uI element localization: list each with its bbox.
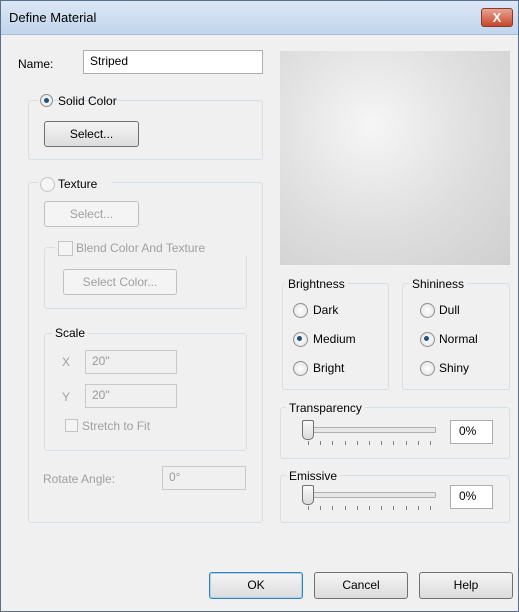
slider-tick — [393, 506, 395, 510]
window-title: Define Material — [9, 10, 97, 25]
slider-tick — [308, 506, 309, 510]
transparency-label: Transparency — [286, 401, 365, 415]
shininess-dull-radio[interactable] — [420, 303, 435, 318]
stretch-to-fit-label: Stretch to Fit — [82, 419, 151, 433]
solid-color-radio[interactable] — [40, 94, 53, 107]
define-material-dialog: Define Material X Name: Striped Solid Co… — [0, 0, 519, 612]
brightness-dark-radio[interactable] — [293, 303, 308, 318]
title-bar: Define Material X — [1, 1, 518, 35]
name-input[interactable]: Striped — [83, 50, 263, 74]
brightness-label: Brightness — [285, 277, 348, 291]
scale-x-label: X — [62, 355, 71, 369]
scale-y-label: Y — [62, 390, 71, 404]
select-color-button[interactable]: Select Color... — [63, 269, 177, 295]
shininess-label: Shininess — [409, 277, 468, 291]
slider-tick — [381, 441, 383, 445]
brightness-dark-label: Dark — [313, 303, 339, 317]
brightness-medium-option[interactable]: Medium — [293, 331, 383, 347]
slider-tick — [369, 506, 370, 510]
solid-color-label: Solid Color — [58, 94, 117, 108]
shininess-normal-radio[interactable] — [420, 332, 435, 347]
solid-color-option[interactable]: Solid Color — [38, 93, 117, 109]
slider-tick — [356, 441, 358, 445]
slider-tick — [320, 506, 322, 510]
brightness-bright-option[interactable]: Bright — [293, 360, 383, 376]
shininess-dull-option[interactable]: Dull — [420, 302, 505, 318]
blend-option[interactable]: Blend Color And Texture — [55, 240, 251, 256]
slider-tick — [430, 441, 431, 445]
slider-tick — [332, 441, 334, 445]
name-label: Name: — [18, 57, 54, 71]
shininess-dull-label: Dull — [439, 303, 460, 317]
emissive-slider[interactable] — [300, 484, 438, 514]
brightness-medium-radio[interactable] — [293, 332, 308, 347]
slider-tick — [369, 441, 370, 445]
slider-tick — [381, 506, 383, 510]
material-preview — [280, 51, 510, 265]
cancel-button[interactable]: Cancel — [314, 572, 408, 599]
shininess-normal-label: Normal — [439, 332, 478, 346]
slider-tick — [356, 506, 358, 510]
slider-tick — [344, 441, 346, 445]
slider-tick — [393, 441, 395, 445]
slider-tick — [417, 441, 419, 445]
stretch-to-fit-checkbox[interactable] — [65, 419, 78, 432]
brightness-bright-radio[interactable] — [293, 361, 308, 376]
shininess-normal-option[interactable]: Normal — [420, 331, 505, 347]
slider-tick — [308, 441, 309, 445]
scale-x-input[interactable]: 20" — [85, 350, 177, 374]
brightness-bright-label: Bright — [313, 361, 345, 375]
slider-tick — [417, 506, 419, 510]
blend-label: Blend Color And Texture — [76, 241, 206, 255]
shininess-shiny-radio[interactable] — [420, 361, 435, 376]
texture-option[interactable]: Texture — [38, 176, 112, 192]
transparency-slider-track — [304, 427, 436, 433]
rotate-angle-input[interactable]: 0° — [162, 466, 246, 490]
solid-color-select-button[interactable]: Select... — [44, 121, 139, 147]
close-icon[interactable]: X — [481, 8, 513, 27]
shininess-shiny-option[interactable]: Shiny — [420, 360, 505, 376]
rotate-angle-label: Rotate Angle: — [43, 472, 116, 486]
help-button[interactable]: Help — [419, 572, 513, 599]
emissive-value[interactable]: 0% — [450, 485, 493, 509]
texture-radio[interactable] — [40, 177, 55, 192]
emissive-slider-thumb[interactable] — [302, 485, 314, 505]
slider-tick — [344, 506, 346, 510]
emissive-slider-track — [304, 492, 436, 498]
ok-button[interactable]: OK — [209, 572, 303, 599]
scale-y-input[interactable]: 20" — [85, 384, 177, 408]
slider-tick — [320, 441, 322, 445]
slider-tick — [405, 506, 407, 510]
texture-select-button[interactable]: Select... — [44, 201, 139, 227]
transparency-value[interactable]: 0% — [450, 420, 493, 444]
slider-tick — [332, 506, 334, 510]
brightness-medium-label: Medium — [313, 332, 356, 346]
transparency-slider-thumb[interactable] — [302, 420, 314, 440]
emissive-label: Emissive — [286, 469, 341, 483]
emissive-slider-ticks — [308, 506, 432, 510]
texture-label: Texture — [58, 177, 98, 191]
shininess-shiny-label: Shiny — [439, 361, 470, 375]
slider-tick — [405, 441, 407, 445]
blend-checkbox[interactable] — [58, 241, 73, 256]
scale-label: Scale — [52, 326, 89, 340]
brightness-dark-option[interactable]: Dark — [293, 302, 383, 318]
transparency-slider-ticks — [308, 441, 432, 445]
transparency-slider[interactable] — [300, 419, 438, 449]
slider-tick — [430, 506, 431, 510]
